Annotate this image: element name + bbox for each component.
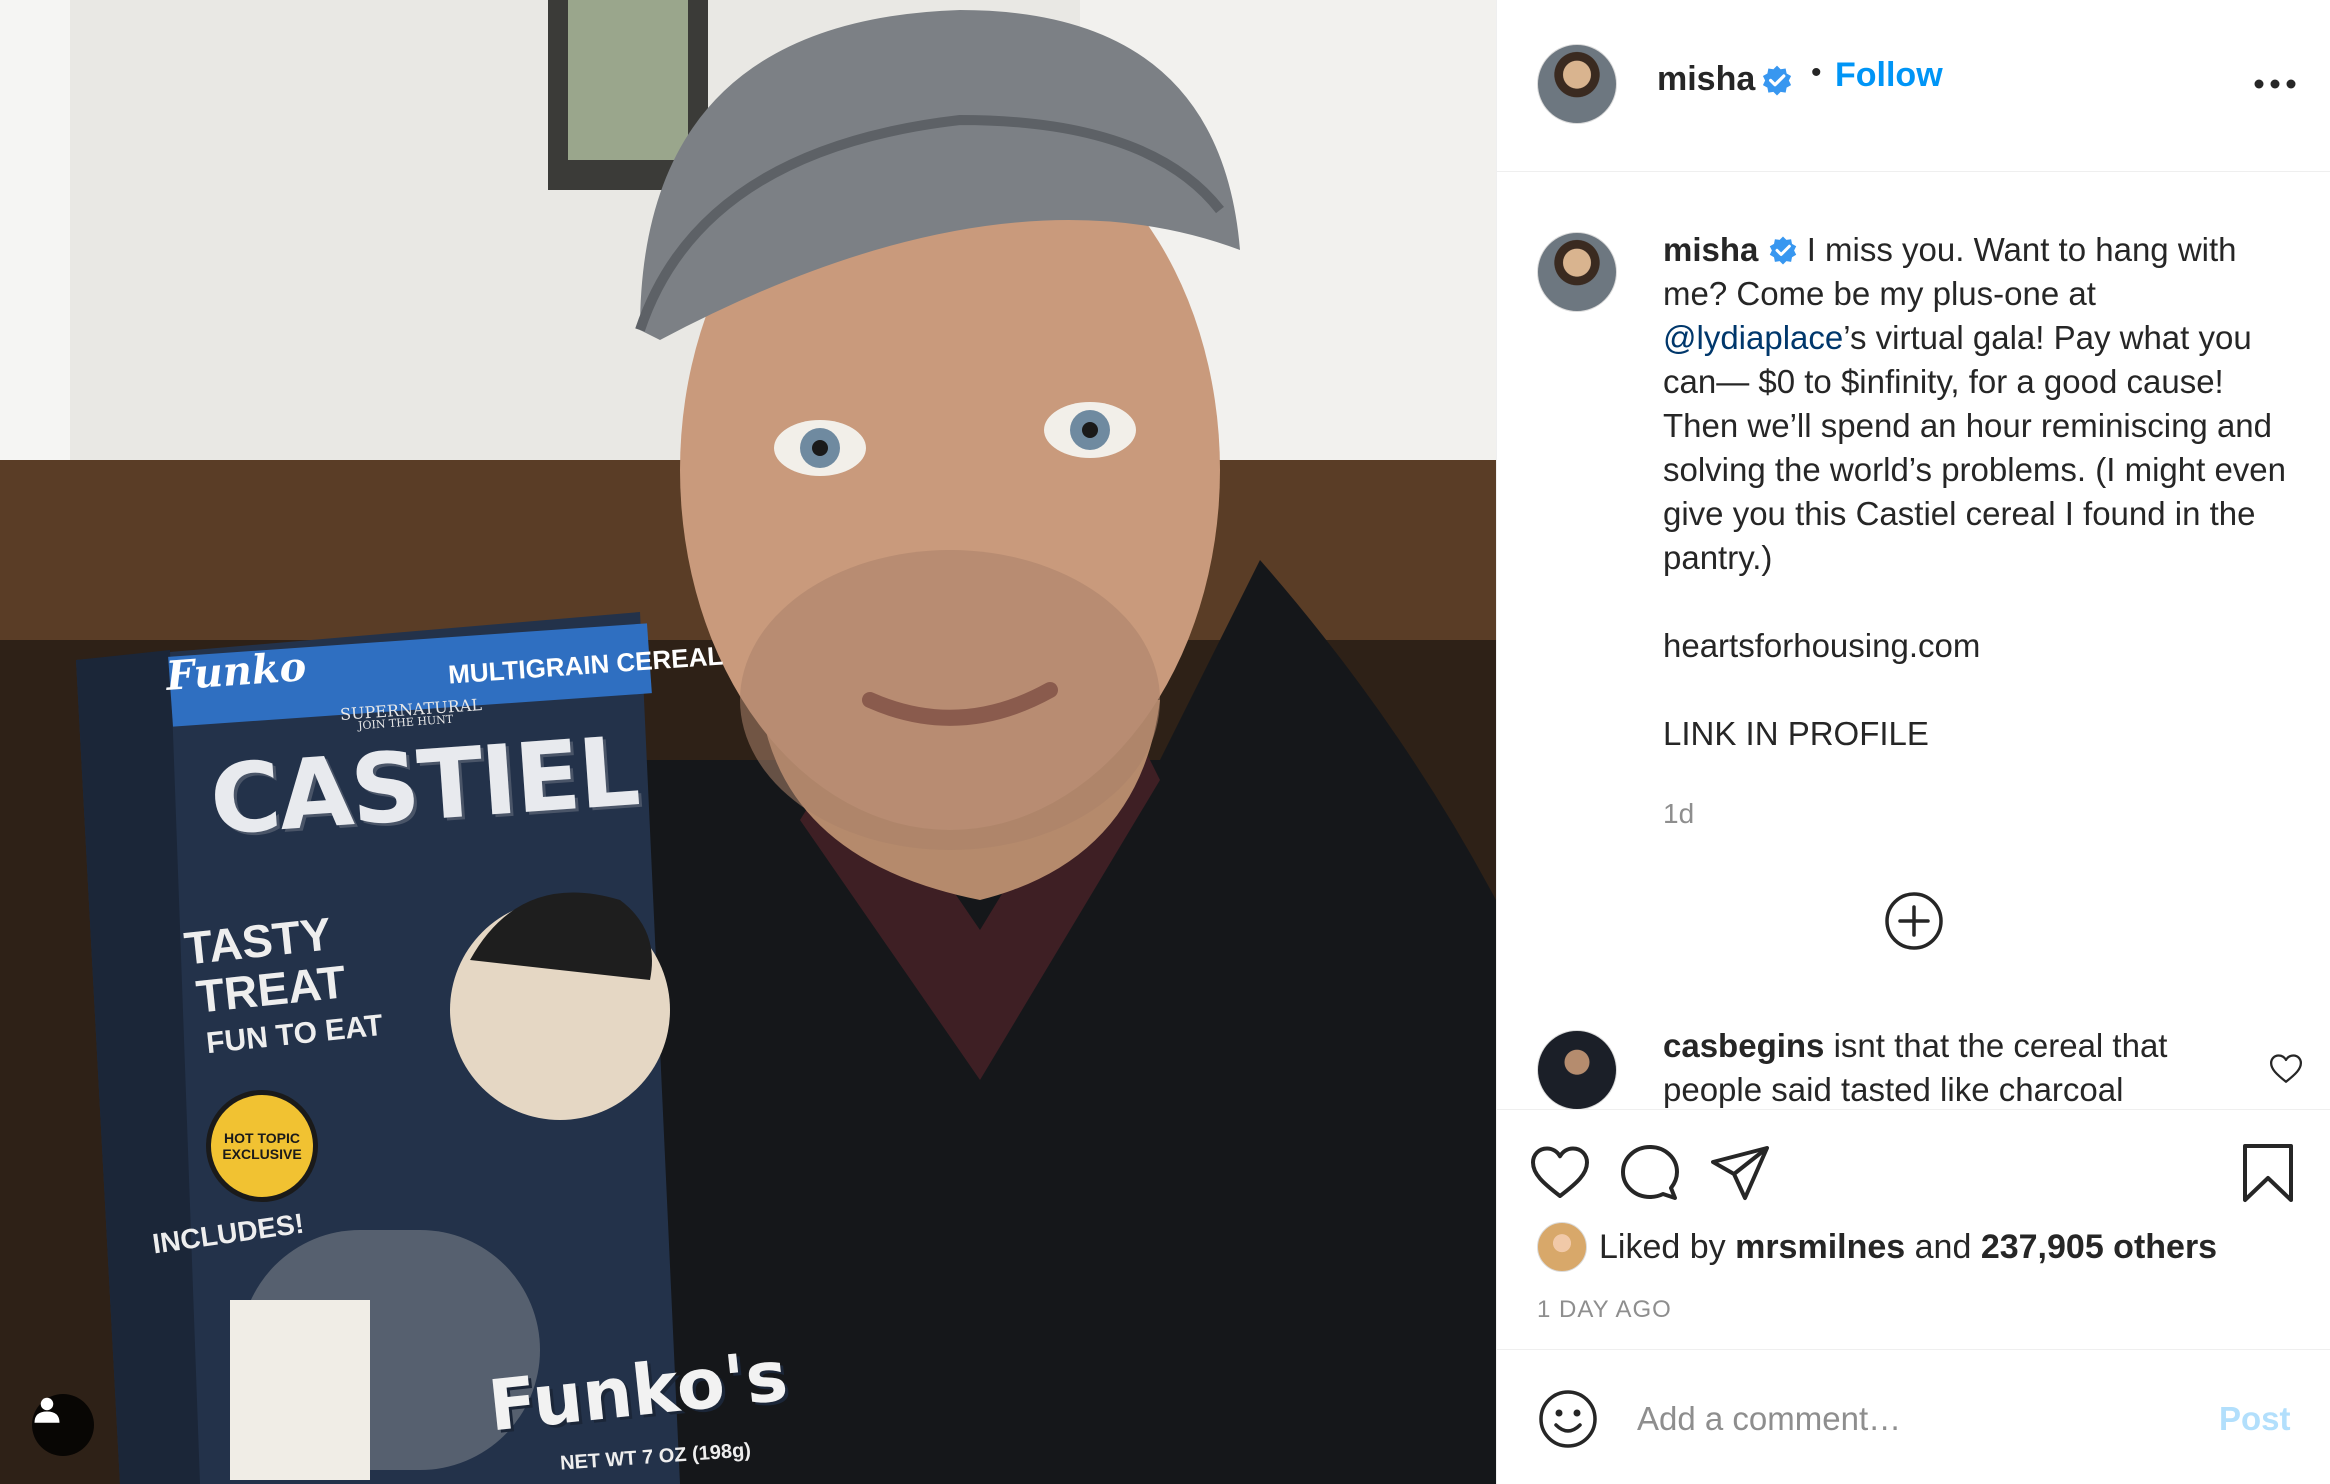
caption-avatar[interactable] — [1537, 232, 1617, 312]
author-avatar[interactable] — [1537, 44, 1617, 124]
tagged-users-button[interactable] — [32, 1394, 94, 1456]
author-username[interactable]: misha — [1657, 60, 1755, 99]
heart-icon[interactable] — [1527, 1140, 1593, 1206]
load-more-comments-icon[interactable] — [1883, 890, 1945, 952]
follow-button[interactable]: Follow — [1835, 56, 1943, 95]
post-side-panel: misha • Follow misha I miss you. Want to… — [1496, 0, 2330, 1484]
heart-icon[interactable] — [2269, 1052, 2303, 1086]
caption-mention-link[interactable]: @lydiaplace — [1663, 319, 1843, 356]
add-comment-bar: Post — [1497, 1350, 2330, 1484]
box-brand: Funko — [164, 643, 308, 700]
post-header: misha • Follow — [1497, 0, 2330, 172]
caption-username[interactable]: misha — [1663, 231, 1758, 268]
more-horizontal-icon[interactable] — [2249, 64, 2301, 104]
comment-avatar[interactable] — [1537, 1030, 1617, 1109]
user-icon — [34, 1397, 60, 1423]
box-exclusive-badge: HOT TOPIC EXCLUSIVE — [206, 1090, 318, 1202]
comment-username[interactable]: casbegins — [1663, 1027, 1824, 1064]
caption-body-2: ’s virtual gala! Pay what you can— $0 to… — [1663, 319, 2287, 752]
comment-bubble-icon[interactable] — [1617, 1140, 1683, 1206]
header-separator: • — [1811, 56, 1822, 89]
comments-section[interactable]: misha I miss you. Want to hang with me? … — [1497, 172, 2330, 1110]
post-actions: Liked by mrsmilnes and 237,905 others 1 … — [1497, 1110, 2330, 1350]
liked-by-and: and — [1914, 1227, 1972, 1266]
verified-badge-icon — [1769, 236, 1796, 265]
emoji-icon[interactable] — [1537, 1388, 1599, 1450]
liked-by-user[interactable]: mrsmilnes — [1735, 1228, 1905, 1267]
likes-summary: Liked by mrsmilnes and 237,905 others — [1537, 1222, 2217, 1272]
bookmark-icon[interactable] — [2235, 1140, 2301, 1206]
post-timestamp[interactable]: 1 day ago — [1537, 1296, 1672, 1324]
caption-text: misha I miss you. Want to hang with me? … — [1663, 228, 2303, 756]
caption-time[interactable]: 1d — [1663, 798, 1694, 830]
liked-by-prefix: Liked by — [1599, 1227, 1726, 1266]
post-comment-button[interactable]: Post — [2219, 1400, 2291, 1438]
comment-text: casbegins isnt that the cereal that peop… — [1663, 1024, 2263, 1109]
comment-input[interactable] — [1637, 1386, 2197, 1452]
post-photo[interactable]: Funko MULTIGRAIN CEREAL SUPERNATURAL JOI… — [0, 0, 1496, 1484]
likes-count[interactable]: 237,905 others — [1981, 1228, 2217, 1267]
liker-avatar[interactable] — [1537, 1222, 1587, 1272]
verified-badge-icon — [1761, 64, 1793, 96]
photo-illustration — [0, 0, 1496, 1484]
share-paper-plane-icon[interactable] — [1707, 1140, 1773, 1206]
